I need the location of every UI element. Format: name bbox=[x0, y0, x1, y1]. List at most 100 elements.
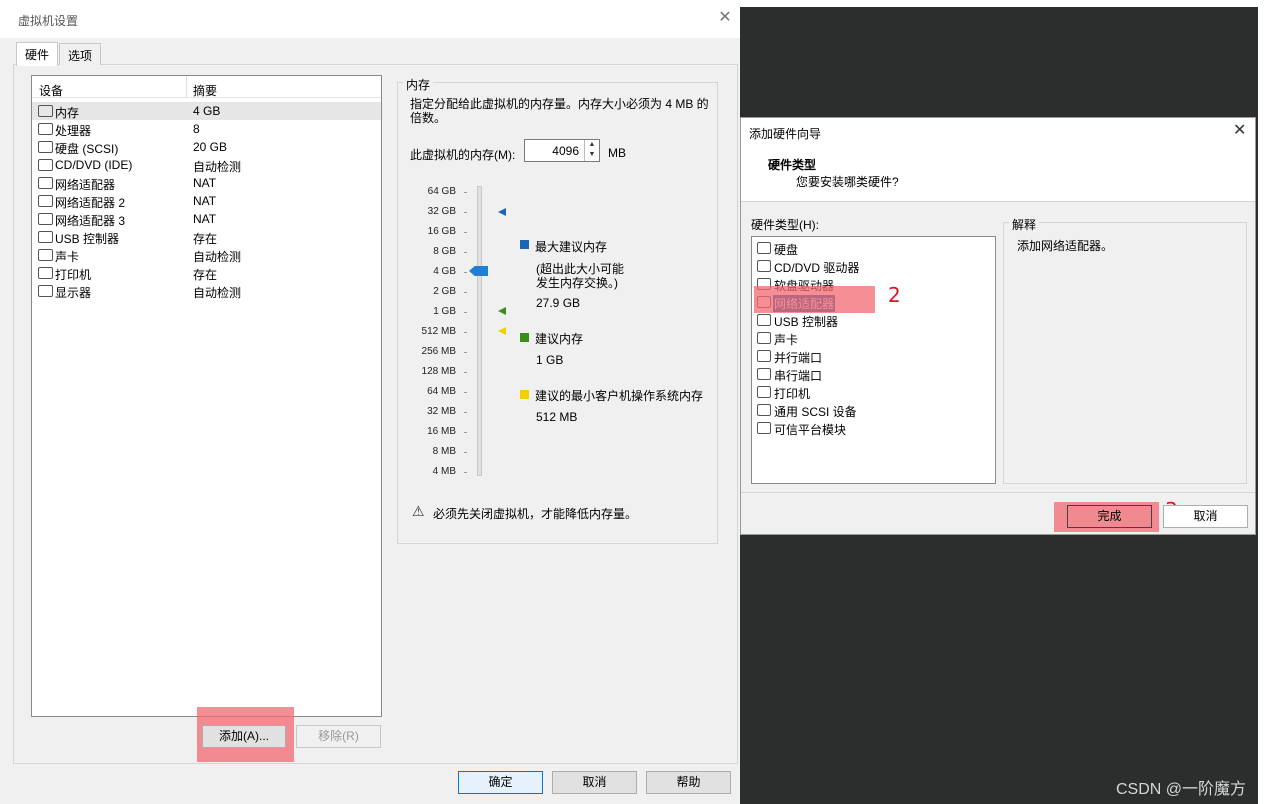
device-summary: 8 bbox=[193, 122, 200, 136]
hardware-item-label: 硬盘 bbox=[774, 243, 799, 257]
hardware-item-label: 串行端口 bbox=[774, 369, 823, 383]
device-name: 声卡 bbox=[55, 250, 80, 264]
serial-port-icon bbox=[757, 368, 771, 380]
device-summary: NAT bbox=[193, 194, 217, 208]
device-row[interactable]: USB 控制器 存在 bbox=[32, 228, 381, 246]
scale-label: 4 MB bbox=[432, 466, 456, 477]
sound-icon bbox=[38, 249, 53, 261]
column-header-summary[interactable]: 摘要 bbox=[193, 82, 217, 99]
vm-settings-titlebar: 虚拟机设置 ✕ bbox=[0, 0, 740, 38]
hardware-list-item[interactable]: 可信平台模块 bbox=[752, 419, 995, 437]
step2-highlight bbox=[754, 286, 875, 313]
scale-tick bbox=[464, 232, 467, 233]
scale-label: 512 MB bbox=[421, 326, 456, 337]
scale-tick bbox=[464, 332, 467, 333]
legend-minimum-value: 512 MB bbox=[536, 410, 578, 424]
remove-button[interactable]: 移除(R) bbox=[296, 725, 381, 748]
memory-size-stepper[interactable]: 4096 ▲ ▼ bbox=[524, 139, 600, 162]
cpu-icon bbox=[38, 123, 53, 135]
device-name: USB 控制器 bbox=[55, 232, 120, 246]
finish-button[interactable]: 完成 bbox=[1067, 505, 1152, 528]
max-recommended-marker bbox=[498, 208, 506, 216]
hardware-list-item[interactable]: CD/DVD 驱动器 bbox=[752, 257, 995, 275]
device-row[interactable]: 硬盘 (SCSI) 20 GB bbox=[32, 138, 381, 156]
column-divider bbox=[186, 76, 187, 98]
hardware-list-item[interactable]: 硬盘 bbox=[752, 239, 995, 257]
legend-max-note: (超出此大小可能发生内存交换。) bbox=[536, 262, 624, 290]
hardware-list-item[interactable]: 通用 SCSI 设备 bbox=[752, 401, 995, 419]
scale-tick bbox=[464, 212, 467, 213]
memory-slider-track[interactable] bbox=[477, 186, 482, 476]
legend-max-swatch bbox=[520, 240, 529, 249]
hardware-list-item[interactable]: 串行端口 bbox=[752, 365, 995, 383]
memory-field-label: 此虚拟机的内存(M): bbox=[410, 148, 516, 162]
vm-settings-title: 虚拟机设置 bbox=[18, 14, 79, 28]
hardware-item-label: CD/DVD 驱动器 bbox=[774, 261, 860, 275]
device-name: 处理器 bbox=[55, 124, 92, 138]
hardware-list-item[interactable]: 并行端口 bbox=[752, 347, 995, 365]
device-row[interactable]: 网络适配器 NAT bbox=[32, 174, 381, 192]
printer-icon bbox=[757, 386, 771, 398]
tab-options[interactable]: 选项 bbox=[59, 43, 102, 65]
device-summary: NAT bbox=[193, 212, 217, 226]
close-icon[interactable]: ✕ bbox=[1233, 120, 1246, 140]
device-name: CD/DVD (IDE) bbox=[55, 158, 133, 172]
hardware-list-item[interactable]: 声卡 bbox=[752, 329, 995, 347]
device-row[interactable]: 显示器 自动检测 bbox=[32, 282, 381, 300]
parallel-port-icon bbox=[757, 350, 771, 362]
scale-label: 16 GB bbox=[427, 226, 456, 237]
close-icon[interactable]: ✕ bbox=[716, 9, 734, 27]
scale-tick bbox=[464, 192, 467, 193]
device-row[interactable]: 处理器 8 bbox=[32, 120, 381, 138]
scsi-icon bbox=[757, 404, 771, 416]
device-row[interactable]: 打印机 存在 bbox=[32, 264, 381, 282]
step2-number: 2 bbox=[888, 283, 901, 307]
hardware-type-list[interactable]: 硬盘CD/DVD 驱动器软盘驱动器网络适配器USB 控制器声卡并行端口串行端口打… bbox=[751, 236, 996, 484]
device-summary: 自动检测 bbox=[193, 250, 242, 264]
wizard-subheading: 您要安装哪类硬件? bbox=[796, 175, 899, 189]
scale-tick bbox=[464, 272, 467, 273]
device-row[interactable]: 网络适配器 3 NAT bbox=[32, 210, 381, 228]
add-button[interactable]: 添加(A)... bbox=[202, 725, 286, 748]
stepper-down-icon[interactable]: ▼ bbox=[585, 150, 599, 160]
cancel-button[interactable]: 取消 bbox=[552, 771, 637, 794]
device-name: 网络适配器 2 bbox=[55, 196, 126, 210]
device-summary: 存在 bbox=[193, 232, 218, 246]
device-row[interactable]: 声卡 自动检测 bbox=[32, 246, 381, 264]
network-icon bbox=[38, 177, 53, 189]
scale-label: 1 GB bbox=[433, 306, 456, 317]
scale-tick bbox=[464, 372, 467, 373]
device-row[interactable]: 内存 4 GB bbox=[32, 102, 381, 120]
ok-button[interactable]: 确定 bbox=[458, 771, 543, 794]
device-list[interactable]: 设备 摘要 内存 4 GB 处理器 8 硬盘 (SCSI) 20 GB CD/DVD (ID… bbox=[31, 75, 382, 717]
legend-minimum-label: 建议的最小客户机操作系统内存 bbox=[535, 389, 704, 403]
explanation-text: 添加网络适配器。 bbox=[1017, 239, 1114, 253]
scale-label: 64 GB bbox=[427, 186, 456, 197]
memory-size-value[interactable]: 4096 bbox=[552, 144, 579, 158]
hardware-list-item[interactable]: 打印机 bbox=[752, 383, 995, 401]
display-icon bbox=[38, 285, 53, 297]
scale-label: 16 MB bbox=[427, 426, 456, 437]
device-name: 硬盘 (SCSI) bbox=[55, 142, 119, 156]
sound-icon bbox=[757, 332, 771, 344]
column-header-device[interactable]: 设备 bbox=[39, 82, 63, 99]
tab-hardware[interactable]: 硬件 bbox=[16, 42, 59, 66]
stepper-up-icon[interactable]: ▲ bbox=[585, 140, 599, 150]
scale-tick bbox=[464, 312, 467, 313]
hardware-list-item[interactable]: USB 控制器 bbox=[752, 311, 995, 329]
scale-label: 32 MB bbox=[427, 406, 456, 417]
wizard-heading: 硬件类型 bbox=[768, 158, 817, 172]
stepper-arrows[interactable]: ▲ ▼ bbox=[584, 140, 599, 161]
vm-settings-dialog: 虚拟机设置 ✕ 硬件 选项 设备 摘要 内存 4 GB 处理器 8 硬盘 (SCSI) 2… bbox=[0, 0, 740, 804]
usb-icon bbox=[38, 231, 53, 243]
scale-tick bbox=[464, 392, 467, 393]
device-summary: 存在 bbox=[193, 268, 218, 282]
help-button[interactable]: 帮助 bbox=[646, 771, 731, 794]
wizard-cancel-button[interactable]: 取消 bbox=[1163, 505, 1248, 528]
network-icon bbox=[38, 195, 53, 207]
device-row[interactable]: CD/DVD (IDE) 自动检测 bbox=[32, 156, 381, 174]
wizard-separator bbox=[741, 492, 1255, 493]
device-summary: 自动检测 bbox=[193, 286, 242, 300]
explanation-title: 解释 bbox=[1009, 216, 1040, 233]
device-row[interactable]: 网络适配器 2 NAT bbox=[32, 192, 381, 210]
